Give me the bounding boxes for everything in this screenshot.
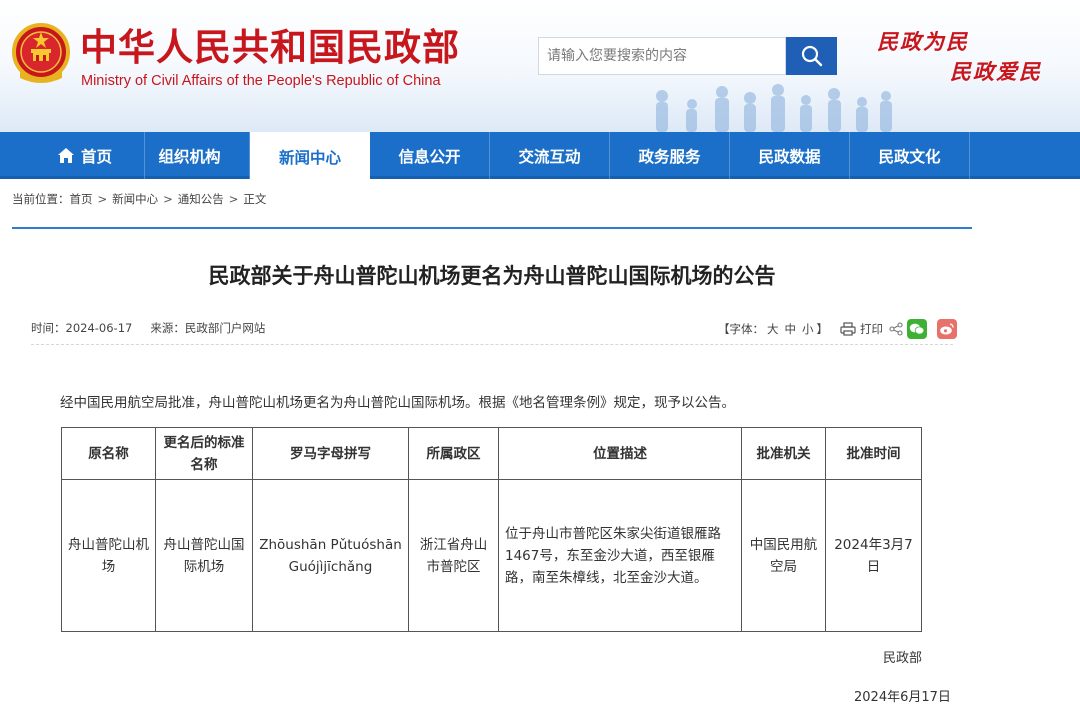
nav-item-home[interactable]: 首页 — [25, 132, 145, 179]
table-header: 原名称 — [61, 427, 156, 480]
search-button[interactable] — [786, 37, 837, 75]
site-header: 中华人民共和国民政部 Ministry of Civil Affairs of … — [0, 0, 1080, 132]
font-size-large[interactable]: 大 — [767, 321, 779, 337]
breadcrumb-notices[interactable]: 通知公告 — [178, 192, 224, 206]
cell-region: 浙江省舟山市普陀区 — [408, 479, 499, 632]
font-size-prefix: 【字体： — [718, 322, 764, 336]
cell-romanization: Zhōushān Pǔtuóshān Guójìjīchǎng — [252, 479, 409, 632]
article-intro: 经中国民用航空局批准，舟山普陀山机场更名为舟山普陀山国际机场。根据《地名管理条例… — [60, 395, 735, 411]
breadcrumb-news-center[interactable]: 新闻中心 — [112, 192, 158, 206]
slogan-line-2: 民政爱民 — [950, 59, 1042, 84]
nav-item-civil-culture[interactable]: 民政文化 — [850, 132, 970, 179]
nav-item-gov-services[interactable]: 政务服务 — [610, 132, 730, 179]
article-time: 时间：2024-06-17 — [31, 321, 133, 335]
breadcrumb-separator: > — [97, 192, 108, 206]
table-header-row: 原名称 更名后的标准名称 罗马字母拼写 所属政区 位置描述 批准机关 批准时间 — [61, 427, 922, 480]
print-label: 打印 — [860, 322, 883, 336]
site-title-cn: 中华人民共和国民政部 — [80, 26, 460, 69]
renaming-table: 原名称 更名后的标准名称 罗马字母拼写 所属政区 位置描述 批准机关 批准时间 … — [61, 427, 922, 632]
signature-date: 2024年6月17日 — [854, 690, 951, 705]
cell-location: 位于舟山市普陀区朱家尖街道银雁路1467号，东至金沙大道，西至银雁路，南至朱樟线… — [498, 479, 742, 632]
share-icon[interactable] — [889, 322, 903, 336]
nav-label-home: 首页 — [80, 147, 112, 166]
table-header: 批准时间 — [825, 427, 922, 480]
article-title: 民政部关于舟山普陀山机场更名为舟山普陀山国际机场的公告 — [208, 264, 776, 288]
site-title-en: Ministry of Civil Affairs of the People'… — [81, 73, 441, 89]
table-header: 罗马字母拼写 — [252, 427, 409, 480]
breadcrumb-separator: > — [228, 192, 239, 206]
nav-item-interaction[interactable]: 交流互动 — [490, 132, 610, 179]
font-size-suffix: 】 — [816, 322, 829, 336]
national-emblem-icon — [12, 23, 70, 83]
cell-new-name: 舟山普陀山国际机场 — [155, 479, 253, 632]
table-header: 位置描述 — [498, 427, 742, 480]
article-source: 来源：民政部门户网站 — [150, 321, 266, 335]
people-silhouettes-decoration — [656, 84, 892, 132]
nav-item-info-disclosure[interactable]: 信息公开 — [370, 132, 490, 179]
nav-item-news-center[interactable]: 新闻中心 — [250, 132, 370, 182]
breadcrumb-current: 正文 — [243, 192, 267, 206]
meta-divider — [31, 344, 953, 345]
breadcrumb-separator: > — [163, 192, 173, 206]
cell-original-name: 舟山普陀山机场 — [61, 479, 156, 632]
breadcrumb-prefix: 当前位置： — [12, 192, 70, 206]
signature-org: 民政部 — [883, 651, 923, 666]
font-size-small[interactable]: 小 — [802, 321, 814, 337]
table-header: 更名后的标准名称 — [155, 427, 253, 480]
nav-item-civil-data[interactable]: 民政数据 — [730, 132, 850, 179]
home-icon — [57, 147, 75, 164]
table-header: 所属政区 — [408, 427, 499, 480]
printer-icon — [840, 322, 856, 336]
table-header: 批准机关 — [741, 427, 826, 480]
content-top-divider — [12, 227, 972, 229]
wechat-share-icon[interactable] — [907, 319, 927, 339]
article-meta: 时间：2024-06-17 来源：民政部门户网站 — [31, 320, 265, 336]
cell-approval-date: 2024年3月7日 — [825, 479, 922, 632]
breadcrumb-home[interactable]: 首页 — [70, 192, 93, 206]
main-nav: 首页 组织机构 新闻中心 信息公开 交流互动 政务服务 民政数据 民政文化 — [0, 132, 1080, 182]
print-button[interactable]: 打印 — [840, 321, 883, 337]
search-input[interactable] — [539, 38, 785, 74]
cell-authority: 中国民用航空局 — [741, 479, 826, 632]
weibo-share-icon[interactable] — [937, 319, 957, 339]
nav-item-organization[interactable]: 组织机构 — [130, 132, 250, 179]
breadcrumb: 当前位置：首页 > 新闻中心 > 通知公告 > 正文 — [12, 191, 266, 207]
search-box — [538, 37, 786, 75]
article-tools: 【字体： 大 中 小 】 打印 — [718, 318, 957, 340]
search-icon — [801, 45, 822, 67]
font-size-medium[interactable]: 中 — [785, 321, 797, 337]
slogan-line-1: 民政为民 — [877, 29, 969, 54]
table-row: 舟山普陀山机场 舟山普陀山国际机场 Zhōushān Pǔtuóshān Guó… — [61, 479, 922, 632]
